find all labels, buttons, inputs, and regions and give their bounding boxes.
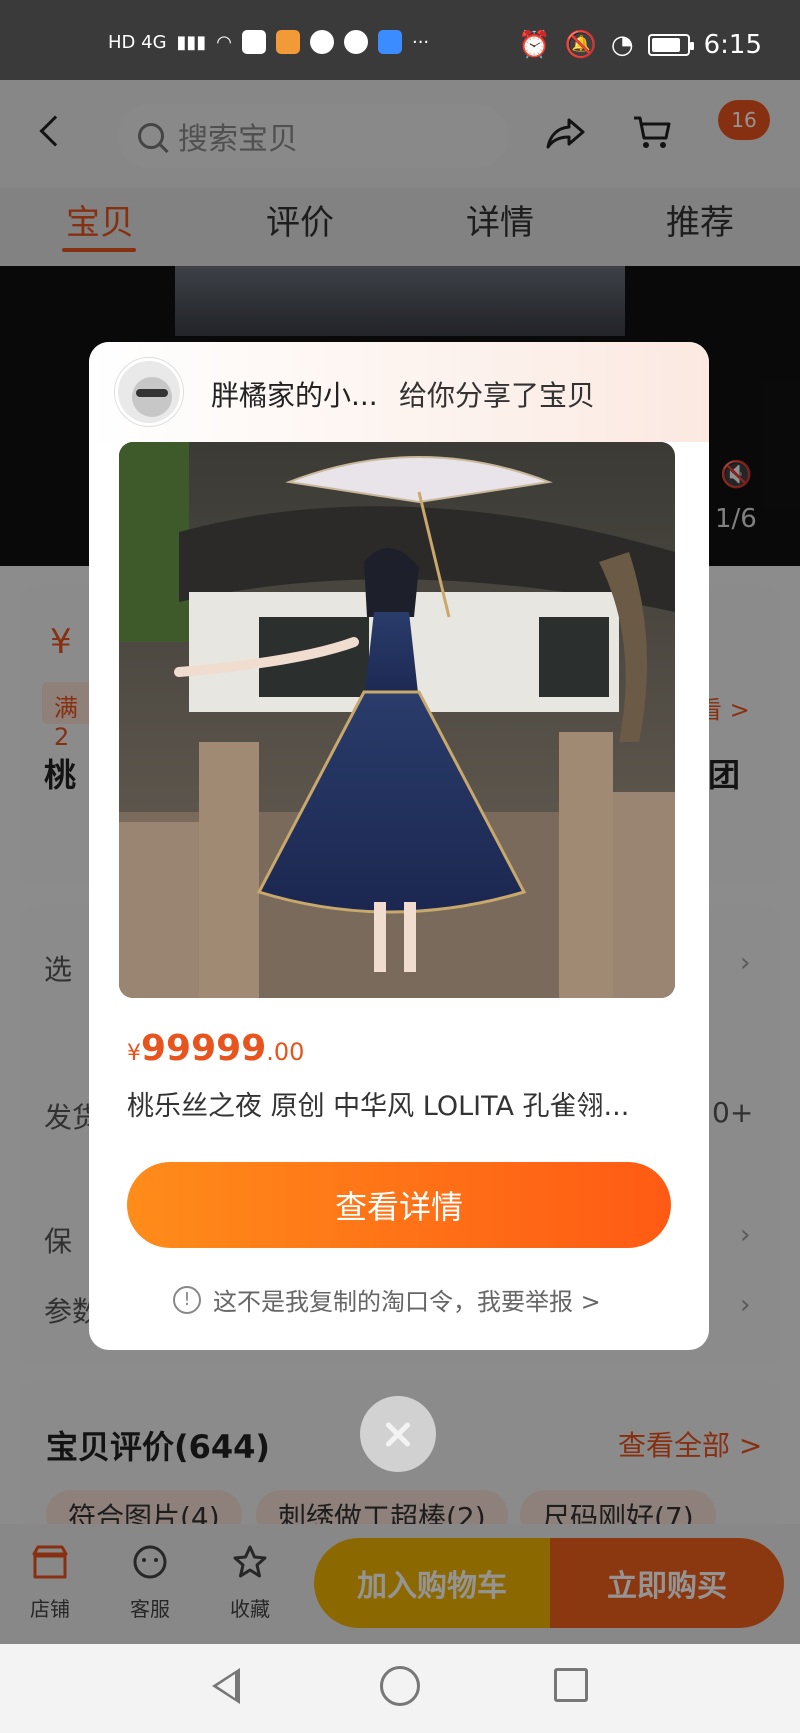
battery-icon xyxy=(647,34,694,56)
ball-icon xyxy=(343,30,368,54)
network-label: HD 4G xyxy=(108,31,167,53)
wifi-icon: ◠ xyxy=(216,31,232,53)
nav-home-icon[interactable] xyxy=(380,1666,420,1706)
status-bar: HD 4G ▮▮▮ ◠ ··· ⏰ 🔕 ◔ 6:15 xyxy=(0,0,800,80)
avatar-mask xyxy=(136,389,168,397)
modal-product-title: 桃乐丝之夜 原创 中华风 LOLITA 孔雀翎... xyxy=(127,1091,630,1122)
price-integer: 99999 xyxy=(141,1028,267,1069)
share-message: 给你分享了宝贝 xyxy=(399,379,596,412)
wechat-icon xyxy=(241,30,266,54)
modal-price: ¥99999.00 xyxy=(127,1028,304,1069)
avatar-face xyxy=(132,377,172,417)
system-nav-bar xyxy=(0,1644,800,1733)
price-decimal: .00 xyxy=(266,1038,305,1066)
chat-icon xyxy=(309,30,334,54)
status-icons-right: ⏰ 🔕 ◔ 6:15 xyxy=(518,30,762,60)
speed-icon: ◔ xyxy=(610,30,634,60)
product-image[interactable] xyxy=(119,442,675,998)
report-link[interactable]: ! 这不是我复制的淘口令，我要举报 > xyxy=(173,1282,601,1317)
sharer-name: 胖橘家的小... xyxy=(211,379,378,412)
report-text: 这不是我复制的淘口令，我要举报 > xyxy=(213,1288,601,1316)
share-modal: 胖橘家的小... 给你分享了宝贝 ¥99999.00 桃乐丝之夜 原创 中华风 … xyxy=(89,342,709,1350)
price-symbol: ¥ xyxy=(127,1041,141,1066)
close-modal-button[interactable] xyxy=(360,1396,436,1472)
mute-bell-icon: 🔕 xyxy=(564,30,597,60)
view-details-button[interactable]: 查看详情 xyxy=(127,1162,671,1248)
avatar xyxy=(115,358,183,426)
signal-icon: ▮▮▮ xyxy=(176,31,207,53)
clock: 6:15 xyxy=(703,30,762,60)
status-icons-left: HD 4G ▮▮▮ ◠ ··· xyxy=(108,30,429,54)
cloud-icon xyxy=(377,30,402,54)
video-app-icon xyxy=(275,30,300,54)
nav-back-icon[interactable] xyxy=(212,1668,240,1704)
info-icon: ! xyxy=(173,1285,201,1314)
alarm-icon: ⏰ xyxy=(518,30,551,60)
nav-recents-icon[interactable] xyxy=(554,1668,588,1702)
more-icon: ··· xyxy=(411,31,430,53)
